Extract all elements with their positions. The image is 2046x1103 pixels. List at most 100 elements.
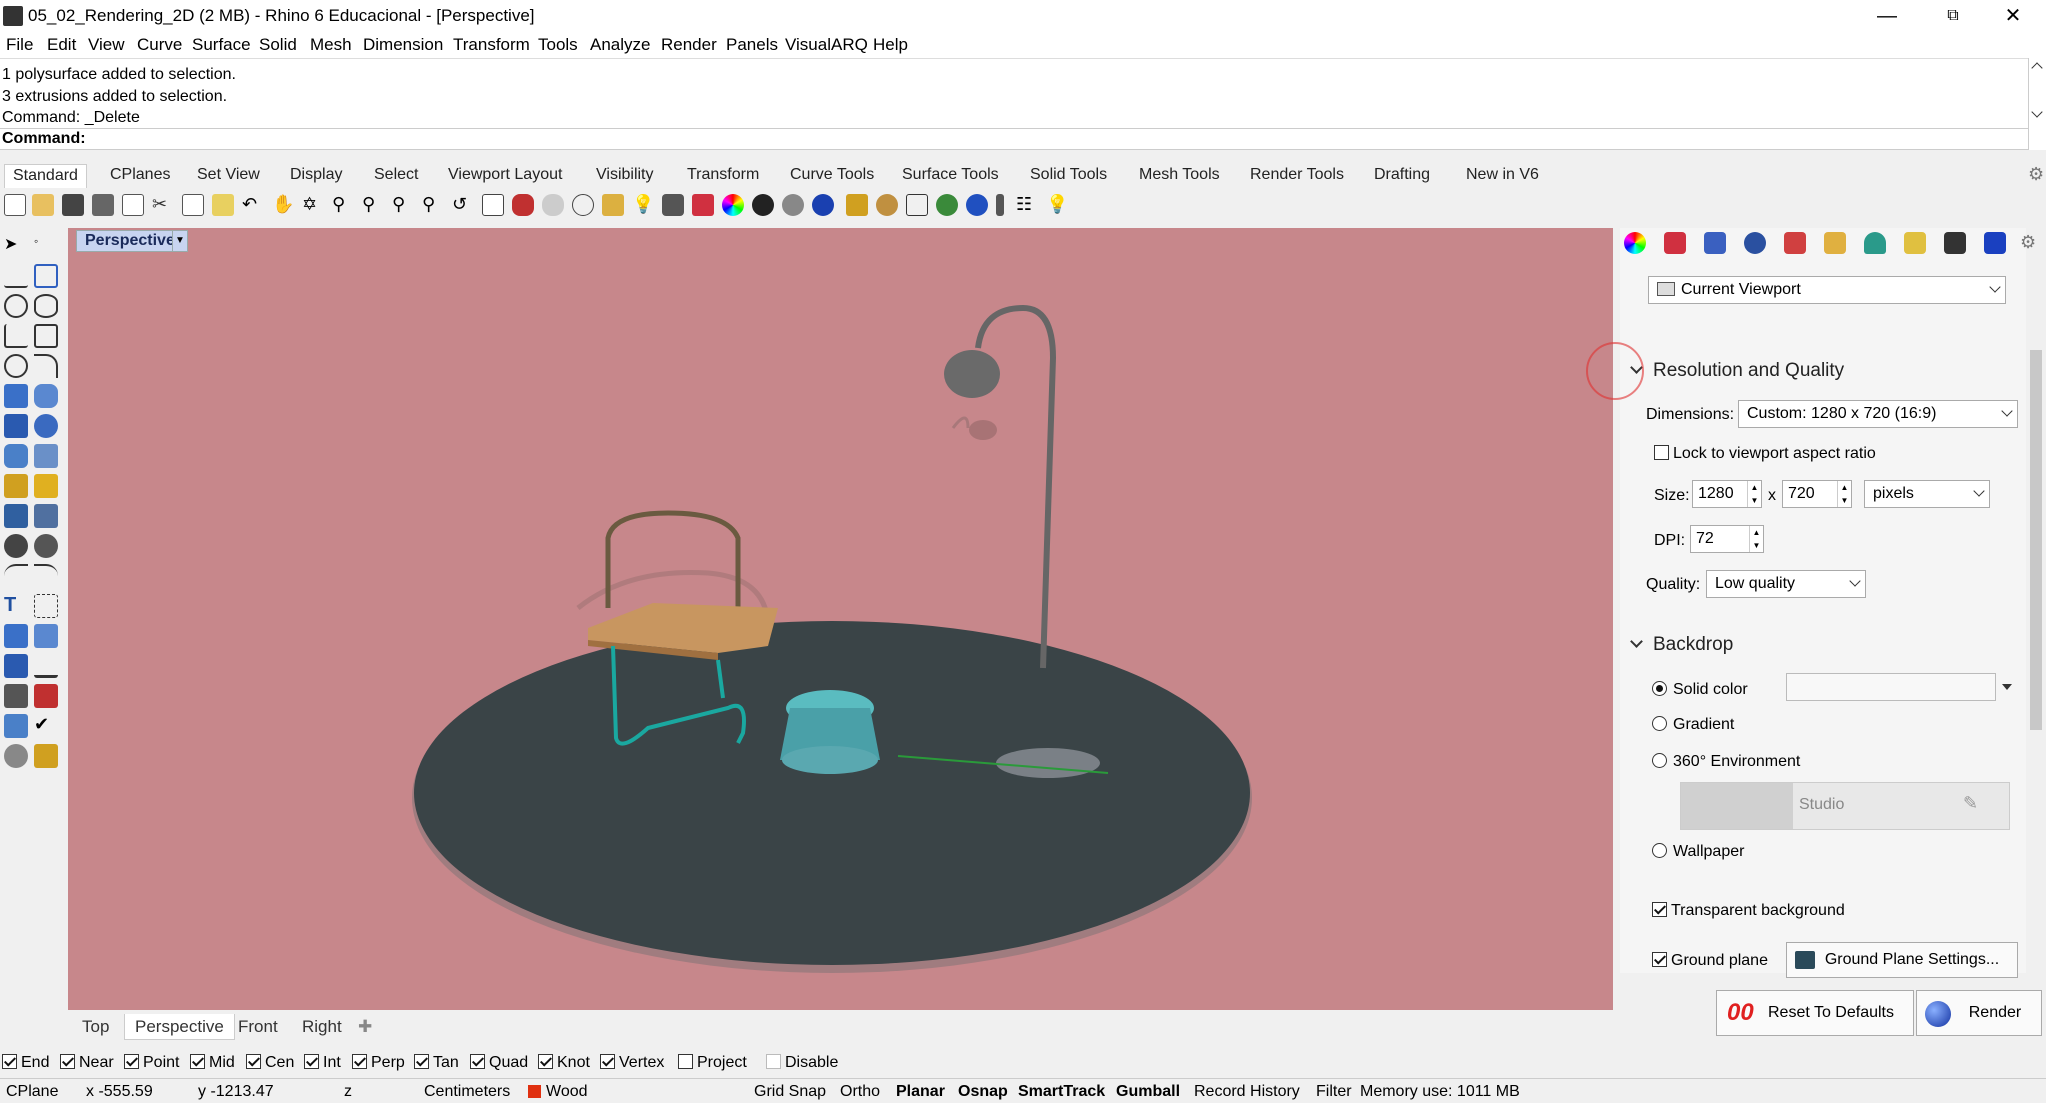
pan-hand-icon[interactable]: ✋ xyxy=(272,194,294,216)
tab-cplanes[interactable]: CPlanes xyxy=(102,164,178,188)
toggle-osnap[interactable]: Osnap xyxy=(958,1083,1008,1101)
properties-icon[interactable] xyxy=(572,194,594,216)
osnap-perp[interactable]: Perp xyxy=(352,1054,405,1072)
render-source-select[interactable]: Current Viewport xyxy=(1648,276,2006,304)
tab-new-in-v6[interactable]: New in V6 xyxy=(1458,164,1547,188)
environment-360-radio[interactable]: 360° Environment xyxy=(1652,753,1800,771)
trim-icon[interactable] xyxy=(4,504,28,528)
menu-surface[interactable]: Surface xyxy=(192,35,251,55)
menu-analyze[interactable]: Analyze xyxy=(590,35,650,55)
tab-display[interactable]: Display xyxy=(282,164,350,188)
split-icon[interactable] xyxy=(34,504,58,528)
rotate-view-icon[interactable]: ✡ xyxy=(302,194,324,216)
gear-icon[interactable]: ⚙ xyxy=(2028,164,2044,185)
menu-tools[interactable]: Tools xyxy=(538,35,578,55)
point-icon[interactable]: ◦ xyxy=(34,234,58,258)
options-gear-icon[interactable] xyxy=(876,194,898,216)
lock-icon[interactable] xyxy=(662,194,684,216)
panel-texture-icon[interactable] xyxy=(1784,232,1806,254)
panel-color-icon[interactable] xyxy=(1624,232,1646,254)
transparent-background-checkbox[interactable]: Transparent background xyxy=(1652,902,1845,920)
tab-curve-tools[interactable]: Curve Tools xyxy=(782,164,882,188)
four-views-icon[interactable] xyxy=(482,194,504,216)
osnap-end[interactable]: End xyxy=(2,1054,49,1072)
block-icon[interactable] xyxy=(34,684,58,708)
osnap-cen[interactable]: Cen xyxy=(246,1054,294,1072)
zoom-window-icon[interactable]: ⚲ xyxy=(362,194,384,216)
quality-select[interactable]: Low quality xyxy=(1706,570,1866,598)
osnap-near[interactable]: Near xyxy=(60,1054,114,1072)
analyze-icon[interactable] xyxy=(4,714,28,738)
mesh-icon[interactable] xyxy=(34,444,58,468)
menu-view[interactable]: View xyxy=(88,35,125,55)
render-sphere-icon[interactable] xyxy=(812,194,834,216)
resolution-section-header[interactable]: Resolution and Quality xyxy=(1630,360,1844,382)
ground-plane-settings-button[interactable]: Ground Plane Settings... xyxy=(1786,942,2018,978)
surface-icon[interactable] xyxy=(4,384,28,408)
osnap-disable[interactable]: Disable xyxy=(766,1054,838,1072)
help-icon[interactable] xyxy=(966,194,988,216)
circle-icon[interactable] xyxy=(4,294,28,318)
loft-icon[interactable] xyxy=(34,384,58,408)
new-file-icon[interactable] xyxy=(4,194,26,216)
pick-points-icon[interactable] xyxy=(602,194,624,216)
text-icon[interactable]: T xyxy=(4,594,28,618)
move-icon[interactable] xyxy=(4,624,28,648)
offset-icon[interactable] xyxy=(4,564,28,588)
width-input[interactable]: 1280 ▲ ▼ xyxy=(1692,480,1762,508)
fillet-curve-icon[interactable] xyxy=(34,354,58,378)
array-icon[interactable] xyxy=(4,654,28,678)
menu-file[interactable]: File xyxy=(6,35,33,55)
tab-mesh-tools[interactable]: Mesh Tools xyxy=(1131,164,1228,188)
color-dropdown-arrow-icon[interactable] xyxy=(2002,684,2012,690)
ellipse-icon[interactable] xyxy=(34,294,58,318)
check-icon[interactable]: ✔ xyxy=(34,714,58,738)
ground-plane-checkbox[interactable]: Ground plane xyxy=(1652,952,1768,970)
tab-standard[interactable]: Standard xyxy=(4,164,87,188)
lock-aspect-checkbox[interactable]: Lock to viewport aspect ratio xyxy=(1654,445,1876,463)
panel-sun-icon[interactable] xyxy=(1904,232,1926,254)
tab-viewport-layout[interactable]: Viewport Layout xyxy=(440,164,570,188)
height-input[interactable]: 720 ▲ ▼ xyxy=(1782,480,1852,508)
pencil-icon[interactable] xyxy=(34,744,58,768)
analysis-icon[interactable] xyxy=(846,194,868,216)
tab-top[interactable]: Top xyxy=(72,1014,119,1040)
tab-solid-tools[interactable]: Solid Tools xyxy=(1022,164,1115,188)
toolbar-grip-icon[interactable] xyxy=(996,194,1004,216)
osnap-int[interactable]: Int xyxy=(304,1054,341,1072)
menu-render[interactable]: Render xyxy=(661,35,717,55)
lightbulb-icon[interactable]: 💡 xyxy=(632,194,654,216)
render-button[interactable]: Render xyxy=(1916,990,2042,1036)
menu-edit[interactable]: Edit xyxy=(47,35,76,55)
menu-dimension[interactable]: Dimension xyxy=(363,35,443,55)
osnap-tan[interactable]: Tan xyxy=(414,1054,459,1072)
join-icon[interactable] xyxy=(34,474,58,498)
command-scrollbar[interactable] xyxy=(2028,58,2046,150)
dpi-input[interactable]: 72 ▲ ▼ xyxy=(1690,525,1764,553)
status-cplane[interactable]: CPlane xyxy=(6,1083,58,1101)
toggle-gumball[interactable]: Gumball xyxy=(1116,1083,1180,1101)
explode-icon[interactable] xyxy=(4,474,28,498)
tab-render-tools[interactable]: Render Tools xyxy=(1242,164,1352,188)
paste-icon[interactable] xyxy=(212,194,234,216)
panel-settings-gear-icon[interactable]: ⚙ xyxy=(2020,232,2042,254)
menu-panels[interactable]: Panels xyxy=(726,35,778,55)
menu-help[interactable]: Help xyxy=(873,35,908,55)
array-grid-icon[interactable] xyxy=(4,684,28,708)
rotate-icon[interactable] xyxy=(34,624,58,648)
close-button[interactable]: ✕ xyxy=(1980,0,2046,32)
osnap-project[interactable]: Project xyxy=(678,1054,747,1072)
tab-front[interactable]: Front xyxy=(228,1014,288,1040)
toggle-filter[interactable]: Filter xyxy=(1316,1083,1352,1101)
rectangle-icon[interactable] xyxy=(34,324,58,348)
tab-transform[interactable]: Transform xyxy=(679,164,767,188)
backdrop-section-header[interactable]: Backdrop xyxy=(1630,634,1733,656)
save-icon[interactable] xyxy=(62,194,84,216)
color-wheel-icon[interactable] xyxy=(722,194,744,216)
car-icon[interactable] xyxy=(512,194,534,216)
ungroup-icon[interactable] xyxy=(34,534,58,558)
panel-notifications-icon[interactable] xyxy=(1984,232,2006,254)
toggle-ortho[interactable]: Ortho xyxy=(840,1083,880,1101)
tab-set-view[interactable]: Set View xyxy=(189,164,268,188)
osnap-point[interactable]: Point xyxy=(124,1054,179,1072)
